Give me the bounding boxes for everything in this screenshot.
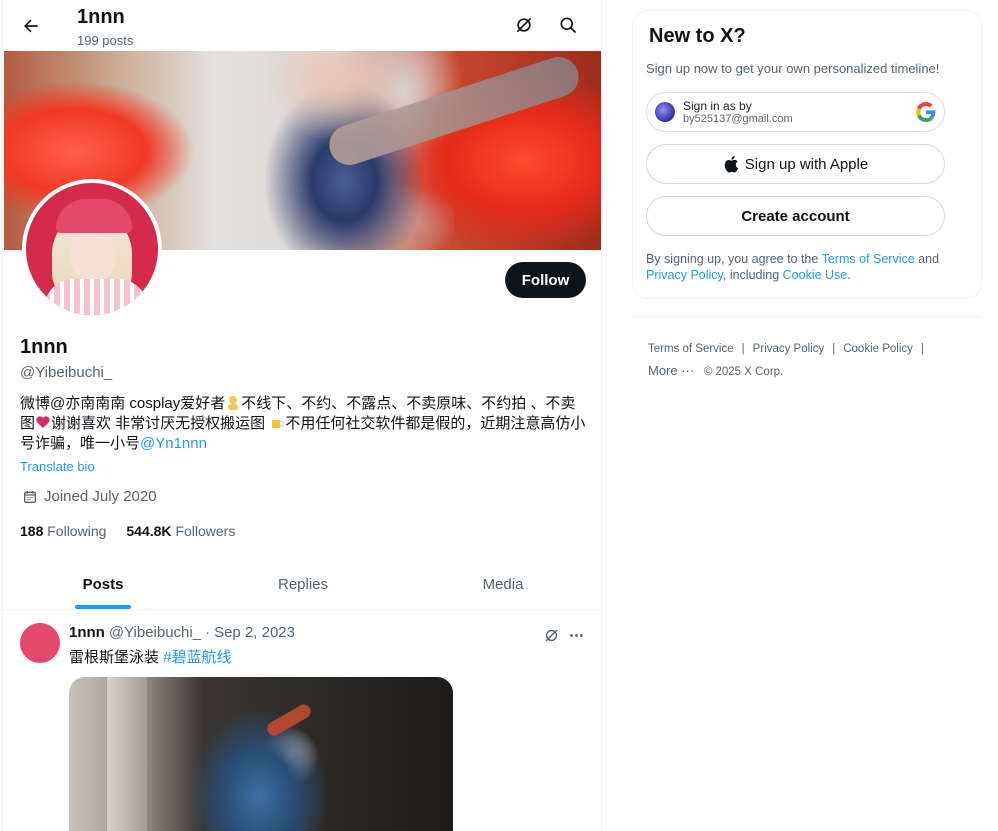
followers-count: 544.8K <box>126 523 172 539</box>
search-button[interactable] <box>555 12 581 38</box>
following-count: 188 <box>20 523 44 539</box>
joined-text: Joined July 2020 <box>44 488 157 505</box>
footer-privacy-link[interactable]: Privacy Policy <box>753 338 825 360</box>
signup-title: New to X? <box>649 25 746 47</box>
follow-stats: 188 Following 544.8K Followers <box>20 523 235 539</box>
page-title: 1nnn <box>77 6 125 28</box>
avatar-body <box>44 279 148 315</box>
legal-text: By signing up, you agree to the <box>646 252 822 266</box>
footer-separator: | <box>920 343 924 355</box>
heart-emoji-icon <box>35 414 51 430</box>
profile-avatar[interactable] <box>22 179 162 319</box>
profile-column: 1nnn 199 posts Follow 1nnn @Yibeibuchi_ … <box>2 0 602 831</box>
tweet-dot-separator: · <box>205 624 211 641</box>
active-tab-indicator <box>75 605 131 609</box>
avatar-cap <box>56 199 132 233</box>
tweet-hashtag-link[interactable]: #碧蓝航线 <box>163 649 231 666</box>
footer-copyright: © 2025 X Corp. <box>703 366 784 378</box>
legal-text: . <box>847 268 851 282</box>
signup-card: New to X? Sign up now to get your own pe… <box>632 10 982 299</box>
calendar-icon <box>24 490 36 503</box>
apple-logo-icon <box>724 155 738 173</box>
search-icon <box>560 17 577 34</box>
profile-bio: 微博@亦南南南 cosplay爱好者 不线下、不约、不露点、不卖原味、不约拍 、不… <box>20 394 590 454</box>
apple-signup-button[interactable]: Sign up with Apple <box>646 144 945 184</box>
bio-mention-link[interactable]: @Yn1nnn <box>140 435 207 452</box>
avatar-face <box>70 231 116 283</box>
cookie-use-link[interactable]: Cookie Use <box>783 268 848 282</box>
google-signin-label: Sign in as by <box>683 99 752 113</box>
tab-posts[interactable]: Posts <box>3 559 203 609</box>
tweet-author-name[interactable]: 1nnn <box>69 624 105 641</box>
google-account-avatar <box>655 102 675 122</box>
profile-name: 1nnn <box>20 336 68 358</box>
profile-tabs: Posts Replies Media <box>3 559 601 610</box>
followers-link[interactable]: 544.8K Followers <box>126 523 235 539</box>
tweet-media-image[interactable] <box>69 677 453 831</box>
post-count: 199 posts <box>77 33 134 48</box>
signup-subtitle: Sign up now to get your own personalized… <box>646 61 940 76</box>
back-button[interactable] <box>17 12 45 40</box>
tweet-grok-button[interactable] <box>541 625 561 645</box>
sidebar-footer: Terms of Service | Privacy Policy | Cookie P… <box>648 338 968 383</box>
tweet-more-button[interactable] <box>566 625 586 645</box>
privacy-link[interactable]: Privacy Policy <box>646 268 723 282</box>
tweet-author-handle[interactable]: @Yibeibuchi_ <box>109 624 201 641</box>
footer-terms-link[interactable]: Terms of Service <box>648 338 734 360</box>
bio-text: 微博@亦南南南 cosplay爱好者 <box>20 395 226 412</box>
media-detail <box>264 701 314 739</box>
terms-link[interactable]: Terms of Service <box>822 252 915 266</box>
tab-replies[interactable]: Replies <box>203 559 403 609</box>
profile-header-bar: 1nnn 199 posts <box>3 0 601 51</box>
tweet-text: 雷根斯堡泳装 #碧蓝航线 <box>69 646 232 667</box>
google-account-email: by525137@gmail.com <box>683 113 793 125</box>
tweet-header: 1nnn @Yibeibuchi_ · Sep 2, 2023 <box>69 624 295 641</box>
beer-emoji-icon <box>269 414 285 430</box>
grok-icon <box>544 628 558 642</box>
google-signin-button[interactable]: Sign in as by by525137@gmail.com <box>646 92 945 132</box>
tweet-item[interactable]: 1nnn @Yibeibuchi_ · Sep 2, 2023 雷根斯堡泳装 #… <box>3 611 601 831</box>
footer-separator: | <box>832 343 836 355</box>
tweet-date[interactable]: Sep 2, 2023 <box>214 624 295 641</box>
google-logo-icon <box>916 102 936 122</box>
tab-replies-label: Replies <box>277 575 329 593</box>
tab-posts-label: Posts <box>82 575 124 593</box>
translate-bio-link[interactable]: Translate bio <box>20 459 95 474</box>
tweet-body: 雷根斯堡泳装 <box>69 649 164 666</box>
person-emoji-icon <box>225 394 241 410</box>
following-link[interactable]: 188 Following <box>20 523 106 539</box>
signup-legal-text: By signing up, you agree to the Terms of… <box>646 251 966 283</box>
grok-button[interactable] <box>511 12 537 38</box>
bio-text: 谢谢喜欢 非常讨厌无授权搬运图 <box>51 415 270 432</box>
arrow-left-icon <box>24 19 38 33</box>
following-label: Following <box>47 523 107 539</box>
footer-more-button[interactable]: More ··· <box>648 360 694 382</box>
joined-date: Joined July 2020 <box>22 488 157 505</box>
followers-label: Followers <box>175 523 236 539</box>
tab-media-label: Media <box>482 575 524 593</box>
footer-cookie-link[interactable]: Cookie Policy <box>843 338 913 360</box>
footer-separator: | <box>741 343 745 355</box>
legal-text: and <box>914 252 940 266</box>
grok-icon <box>516 17 532 33</box>
tweet-author-avatar[interactable] <box>20 623 60 663</box>
legal-text: , including <box>722 268 783 282</box>
header-title-block: 1nnn 199 posts <box>77 5 133 48</box>
tab-media[interactable]: Media <box>403 559 601 609</box>
more-dots-icon <box>569 633 583 637</box>
follow-button[interactable]: Follow <box>505 262 586 298</box>
create-account-button[interactable]: Create account <box>646 196 945 236</box>
profile-handle: @Yibeibuchi_ <box>20 364 113 381</box>
sidebar-divider <box>632 316 982 317</box>
apple-signup-label: Sign up with Apple <box>744 155 869 173</box>
media-pillar <box>107 677 147 831</box>
